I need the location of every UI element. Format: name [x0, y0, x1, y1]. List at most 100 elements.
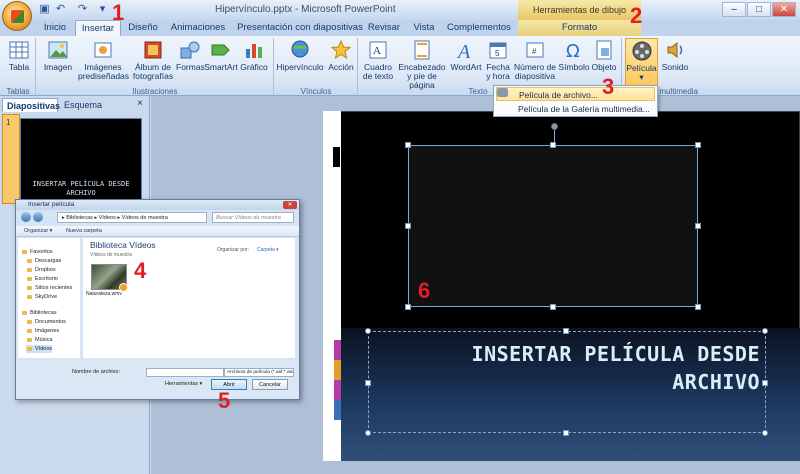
accion-button[interactable]: Acción — [326, 38, 356, 72]
back-icon[interactable] — [21, 212, 31, 222]
speaker-icon — [667, 41, 683, 59]
nav-favoritos[interactable]: Favoritos — [21, 248, 53, 256]
resize-handle[interactable] — [563, 328, 569, 334]
formas-button[interactable]: Formas — [176, 38, 205, 72]
smartart-button[interactable]: SmartArt — [204, 38, 238, 72]
imagenes-predisenadas-button[interactable]: Imágenes prediseñadas — [78, 38, 129, 81]
tab-complementos[interactable]: Complementos — [447, 20, 511, 36]
resize-handle[interactable] — [550, 142, 556, 148]
forward-icon[interactable] — [33, 212, 43, 222]
tab-formato[interactable]: Formato — [518, 20, 641, 36]
grafico-button[interactable]: Gráfico — [238, 38, 270, 72]
resize-handle[interactable] — [762, 380, 768, 386]
nav-videos[interactable]: Vídeos — [26, 345, 53, 353]
omega-symbol-icon: Ω — [566, 41, 580, 61]
tabla-button[interactable]: Tabla — [2, 38, 36, 72]
resize-handle[interactable] — [405, 304, 411, 310]
nav-skydrive[interactable]: SkyDrive — [26, 293, 57, 301]
slide-title-line2: ARCHIVO — [672, 370, 760, 394]
close-window-button[interactable]: ✕ — [772, 2, 796, 17]
close-pane-icon[interactable]: × — [137, 98, 143, 109]
hyperlink-globe-icon — [291, 40, 309, 58]
clipart-icon — [94, 42, 112, 58]
fecha-hora-button[interactable]: 5 Fecha y hora — [484, 38, 512, 81]
new-folder-button[interactable]: Nueva carpeta — [66, 226, 102, 237]
objeto-button[interactable]: Objeto — [590, 38, 618, 72]
save-icon[interactable]: ▣ — [38, 3, 51, 16]
hipervinculo-button[interactable]: Hipervínculo — [276, 38, 324, 72]
arrange-by-select[interactable]: Carpeta ▾ — [257, 247, 279, 253]
minimize-button[interactable]: – — [722, 2, 746, 17]
organize-button[interactable]: Organizar ▾ — [24, 226, 52, 237]
simbolo-button[interactable]: Ω Símbolo — [558, 38, 590, 72]
album-button[interactable]: Álbum de fotografías — [130, 38, 176, 81]
tab-esquema[interactable]: Esquema — [60, 98, 120, 112]
step-number-4: 4 — [134, 258, 147, 283]
cuadro-texto-button[interactable]: A Cuadro de texto — [360, 38, 396, 81]
decorative-strip — [334, 340, 341, 420]
resize-handle[interactable] — [405, 142, 411, 148]
maximize-button[interactable]: □ — [747, 2, 771, 17]
office-button[interactable] — [2, 1, 32, 31]
tab-revisar[interactable]: Revisar — [366, 20, 402, 36]
resize-handle[interactable] — [762, 328, 768, 334]
svg-text:A: A — [373, 45, 381, 57]
tab-diseno[interactable]: Diseño — [124, 20, 162, 36]
wordart-button[interactable]: A WordArt — [448, 38, 484, 72]
undo-icon[interactable]: ↶ — [54, 3, 67, 16]
dialog-close-button[interactable]: ✕ — [283, 201, 297, 209]
menu-item-pelicula-galeria[interactable]: Película de la Galería multimedia... — [496, 102, 655, 116]
nav-imagenes[interactable]: Imágenes — [26, 327, 59, 335]
movie-placeholder[interactable] — [408, 145, 698, 307]
nav-bibliotecas[interactable]: Bibliotecas — [21, 309, 57, 317]
dialog-title: Insertar película — [16, 200, 299, 210]
numero-diapositiva-button[interactable]: # Número de diapositiva — [512, 38, 558, 81]
encabezado-button[interactable]: Encabezado y pie de página — [396, 38, 448, 90]
imagen-button[interactable]: Imagen — [40, 38, 76, 72]
video-file-name[interactable]: Naturaleza.wmv — [86, 291, 122, 297]
svg-text:#: # — [532, 47, 537, 56]
svg-text:Ω: Ω — [566, 41, 580, 61]
tab-vista[interactable]: Vista — [407, 20, 441, 36]
tools-button[interactable]: Herramientas ▾ — [165, 381, 202, 387]
contextual-tab-group-title: Herramientas de dibujo — [518, 0, 641, 20]
nav-dropbox[interactable]: Dropbox — [26, 266, 56, 274]
resize-handle[interactable] — [550, 304, 556, 310]
arrange-by-label: Organizar por: — [217, 247, 249, 253]
customize-qat-icon[interactable]: ▾ — [96, 3, 109, 16]
group-label-vinculos: Vínculos — [300, 87, 332, 96]
file-name-input[interactable] — [146, 368, 224, 377]
film-reel-icon — [632, 41, 651, 61]
nav-sitios-recientes[interactable]: Sitios recientes — [26, 284, 72, 292]
object-icon — [596, 40, 612, 60]
cancel-button[interactable]: Cancelar — [252, 379, 288, 390]
resize-handle[interactable] — [405, 223, 411, 229]
resize-handle[interactable] — [365, 430, 371, 436]
slide-thumb-selection — [2, 114, 20, 204]
resize-handle[interactable] — [695, 223, 701, 229]
nav-escritorio[interactable]: Escritorio — [26, 275, 58, 283]
nav-documentos[interactable]: Documentos — [26, 318, 66, 326]
file-type-select[interactable]: Archivos de película (*.asf;*.asx; — [224, 368, 294, 377]
step-number-2: 2 — [630, 3, 643, 28]
resize-handle[interactable] — [695, 142, 701, 148]
resize-handle[interactable] — [563, 430, 569, 436]
nav-descargas[interactable]: Descargas — [26, 257, 61, 265]
resize-handle[interactable] — [695, 304, 701, 310]
redo-icon[interactable]: ↷ — [76, 3, 89, 16]
tab-inicio[interactable]: Inicio — [36, 20, 74, 36]
address-bar[interactable]: ▸ Bibliotecas ▸ Vídeos ▸ Vídeos de muest… — [57, 212, 207, 223]
dialog-search-input[interactable]: Buscar Vídeos de muestra — [212, 212, 294, 223]
resize-handle[interactable] — [762, 430, 768, 436]
resize-handle[interactable] — [365, 328, 371, 334]
menu-item-pelicula-archivo[interactable]: Película de archivo... — [496, 87, 655, 101]
tab-animaciones[interactable]: Animaciones — [166, 20, 230, 36]
rotation-handle[interactable] — [551, 123, 558, 130]
sonido-button[interactable]: Sonido — [660, 38, 690, 72]
pelicula-button[interactable]: Película ▾ — [625, 38, 658, 86]
chart-icon — [246, 44, 262, 58]
tab-presentacion[interactable]: Presentación con diapositivas — [236, 20, 364, 36]
tab-diapositivas[interactable]: Diapositivas — [2, 98, 60, 112]
nav-musica[interactable]: Música — [26, 336, 52, 344]
pelicula-dropdown-menu: Película de archivo... Película de la Ga… — [493, 85, 658, 117]
